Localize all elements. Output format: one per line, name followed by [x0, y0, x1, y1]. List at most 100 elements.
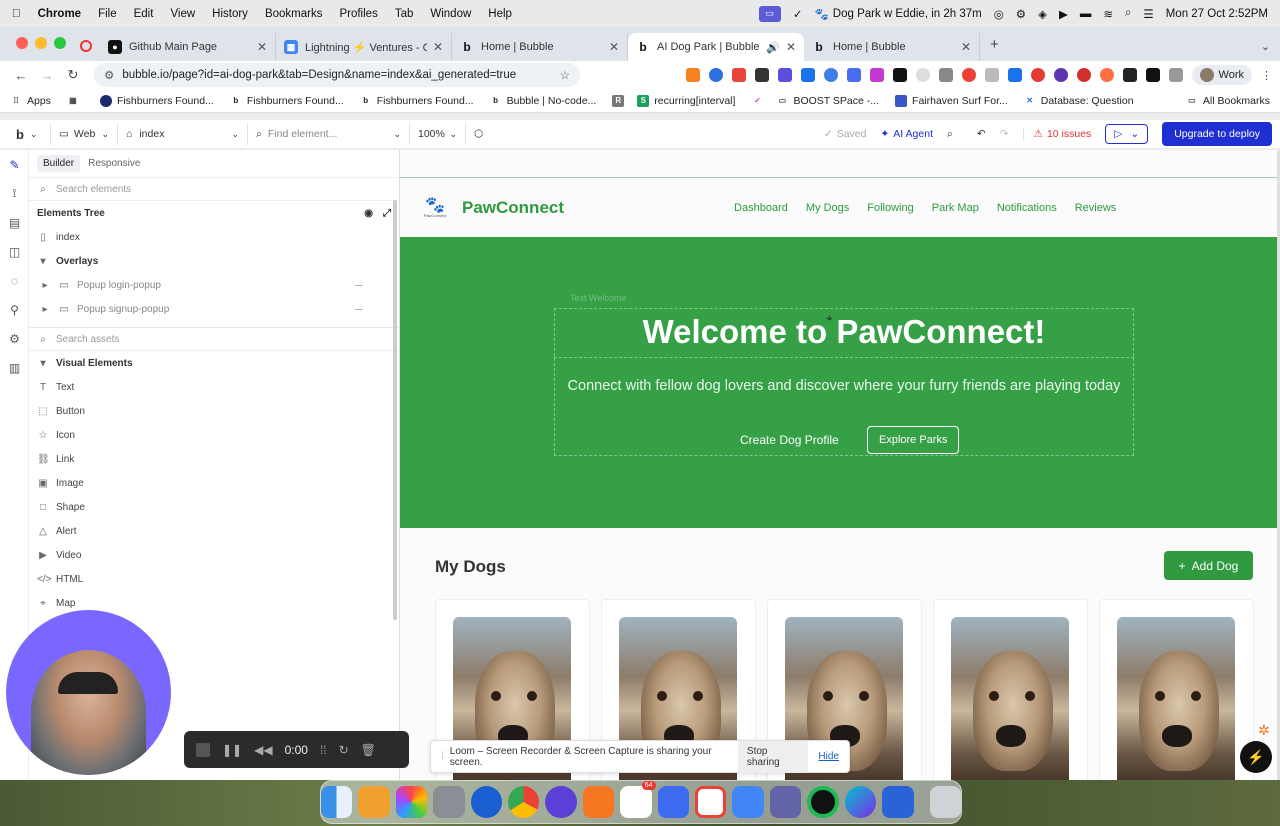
extension-icon[interactable]	[892, 68, 907, 82]
bookmark-item[interactable]: b Fishburners Found...	[230, 95, 343, 107]
element-link[interactable]: ⛓ Link	[29, 447, 399, 471]
element-button[interactable]: ⬚ Button	[29, 399, 399, 423]
element-icon[interactable]: ☆ Icon	[29, 423, 399, 447]
tab-responsive[interactable]: Responsive	[88, 158, 140, 169]
profile-button[interactable]: Work	[1191, 65, 1252, 85]
page-dropdown[interactable]: ⌂ index ⌄	[118, 123, 248, 145]
nav-my-dogs[interactable]: My Dogs	[806, 202, 849, 214]
app-icon[interactable]	[882, 786, 914, 818]
cube-icon[interactable]: ⬡	[466, 123, 491, 145]
menubar-datetime[interactable]: Mon 27 Oct 2:52PM	[1166, 8, 1268, 20]
all-bookmarks[interactable]: ▭ All Bookmarks	[1186, 95, 1270, 107]
system-settings-icon[interactable]	[433, 786, 465, 818]
calendar-event[interactable]: 🐾 Dog Park w Eddie, in 2h 37m	[814, 7, 981, 21]
search-icon[interactable]: ⌕	[947, 128, 953, 141]
back-icon[interactable]: ←	[8, 68, 34, 83]
launchpad-icon[interactable]	[358, 786, 390, 818]
close-tab-icon[interactable]: ✕	[786, 40, 796, 54]
close-tab-icon[interactable]: ✕	[433, 40, 443, 54]
extension-icon[interactable]	[754, 68, 769, 82]
hero-section[interactable]: Text Welcome Welcome to PawConnect! Conn…	[400, 237, 1277, 528]
element-video[interactable]: ▶ Video	[29, 543, 399, 567]
extension-icon[interactable]	[938, 68, 953, 82]
database-icon[interactable]: ◫	[0, 237, 29, 266]
extension-icon[interactable]	[731, 68, 746, 82]
plugins-tab-icon[interactable]: ⚲	[0, 295, 29, 324]
canva-icon[interactable]	[844, 786, 877, 818]
trash-icon[interactable]: 🗑	[361, 743, 376, 757]
extension-icon[interactable]	[1076, 68, 1091, 82]
url-bar[interactable]: ⚙ bubble.io/page?id=ai-dog-park&tab=Desi…	[94, 63, 580, 87]
wifi-icon[interactable]: ≋	[1103, 7, 1113, 21]
eye-icon[interactable]: ◉	[364, 208, 373, 219]
expand-icon[interactable]: ⤢	[383, 208, 391, 219]
camera-icon[interactable]	[984, 68, 999, 82]
maximize-window-button[interactable]	[54, 37, 66, 49]
design-canvas[interactable]: 🐾 PawConnect PawConnect Dashboard My Dogs…	[400, 150, 1277, 780]
add-dog-button[interactable]: + Add Dog	[1164, 551, 1253, 580]
chrome-icon[interactable]	[507, 786, 540, 818]
element-shape[interactable]: □ Shape	[29, 495, 399, 519]
tab-groups-icon[interactable]: ▦	[67, 95, 84, 107]
bookmark-item[interactable]: b Bubble | No-code...	[490, 95, 596, 107]
dog-photo[interactable]	[1117, 617, 1235, 780]
settings-tab-icon[interactable]: ⚙	[0, 324, 29, 353]
ai-agent-button[interactable]: ✦ AI Agent	[880, 128, 933, 140]
visual-elements-header[interactable]: ▾ Visual Elements	[29, 351, 399, 375]
bookmark-item[interactable]: b Fishburners Found...	[360, 95, 473, 107]
upgrade-deploy-button[interactable]: Upgrade to deploy	[1162, 122, 1272, 146]
brand-name[interactable]: PawConnect	[462, 198, 564, 218]
design-tab-icon[interactable]: ✎	[0, 150, 29, 179]
menu-view[interactable]: View	[170, 8, 195, 20]
bookmark-item[interactable]: Fairhaven Surf For...	[895, 94, 1008, 107]
extension-icon[interactable]	[1122, 68, 1137, 82]
nav-notifications[interactable]: Notifications	[997, 202, 1057, 214]
minimize-window-button[interactable]	[35, 37, 47, 49]
rewind-icon[interactable]: ◀◀	[254, 743, 272, 757]
hide-button[interactable]: Hide	[818, 751, 839, 762]
panel-scrollbar[interactable]	[393, 200, 397, 620]
extension-icon[interactable]	[1053, 68, 1068, 82]
extension-icon[interactable]	[846, 68, 861, 82]
apps-shortcut[interactable]: ⁞⁞ Apps	[10, 95, 51, 107]
menu-history[interactable]: History	[212, 8, 248, 20]
battery-icon[interactable]: ▬	[1080, 8, 1092, 20]
site-info-icon[interactable]: ⚙	[104, 68, 114, 82]
stop-sharing-button[interactable]: Stop sharing	[737, 740, 809, 773]
bookmark-star-icon[interactable]: ☆	[560, 68, 570, 82]
apple-icon[interactable]: 	[12, 8, 21, 20]
1password-icon[interactable]	[470, 786, 502, 818]
data-tab-icon[interactable]: ▤	[0, 208, 29, 237]
nav-dashboard[interactable]: Dashboard	[734, 202, 788, 214]
tab-home-bubble-1[interactable]: b Home | Bubble ✕	[452, 33, 628, 61]
element-alert[interactable]: △ Alert	[29, 519, 399, 543]
tab-lightning-ventures[interactable]: ▦ Lightning ⚡ Ventures - Cale ✕	[276, 33, 452, 61]
teams-icon[interactable]	[769, 786, 802, 818]
drag-handle-icon[interactable]: ⁞	[441, 751, 444, 762]
extension-icon[interactable]	[800, 68, 815, 82]
element-text[interactable]: T Text	[29, 375, 399, 399]
bookmark-item[interactable]: ✓	[751, 95, 768, 107]
styles-tab-icon[interactable]: ◌	[0, 266, 29, 295]
nav-following[interactable]: Following	[867, 202, 913, 214]
menu-window[interactable]: Window	[430, 8, 471, 20]
find-element-input[interactable]: ⌕ Find element... ⌄	[248, 123, 410, 145]
menu-bookmarks[interactable]: Bookmarks	[265, 8, 323, 20]
app-icon[interactable]	[545, 786, 577, 818]
hidden-eye-icon[interactable]: ⁓	[355, 281, 363, 290]
settings-icon[interactable]: ⚙	[1016, 7, 1026, 21]
extension-icon[interactable]	[823, 68, 838, 82]
close-tab-icon[interactable]: ✕	[961, 40, 971, 54]
restart-icon[interactable]: ↻	[339, 743, 349, 757]
extension-icon[interactable]	[915, 68, 930, 82]
create-dog-profile-button[interactable]: Create Dog Profile	[740, 433, 839, 447]
trash-icon[interactable]	[929, 786, 961, 818]
finder-icon[interactable]	[321, 786, 353, 818]
my-dogs-title[interactable]: My Dogs	[435, 557, 506, 577]
extension-icon[interactable]	[777, 68, 792, 82]
tree-item-overlays[interactable]: ▾ Overlays	[29, 249, 399, 273]
forward-icon[interactable]: →	[34, 68, 60, 83]
screen-share-icon[interactable]: ▭	[758, 5, 781, 22]
chatgpt-icon[interactable]: ◎	[994, 7, 1004, 21]
search-elements-input[interactable]: ⌕ Search elements	[29, 177, 399, 201]
